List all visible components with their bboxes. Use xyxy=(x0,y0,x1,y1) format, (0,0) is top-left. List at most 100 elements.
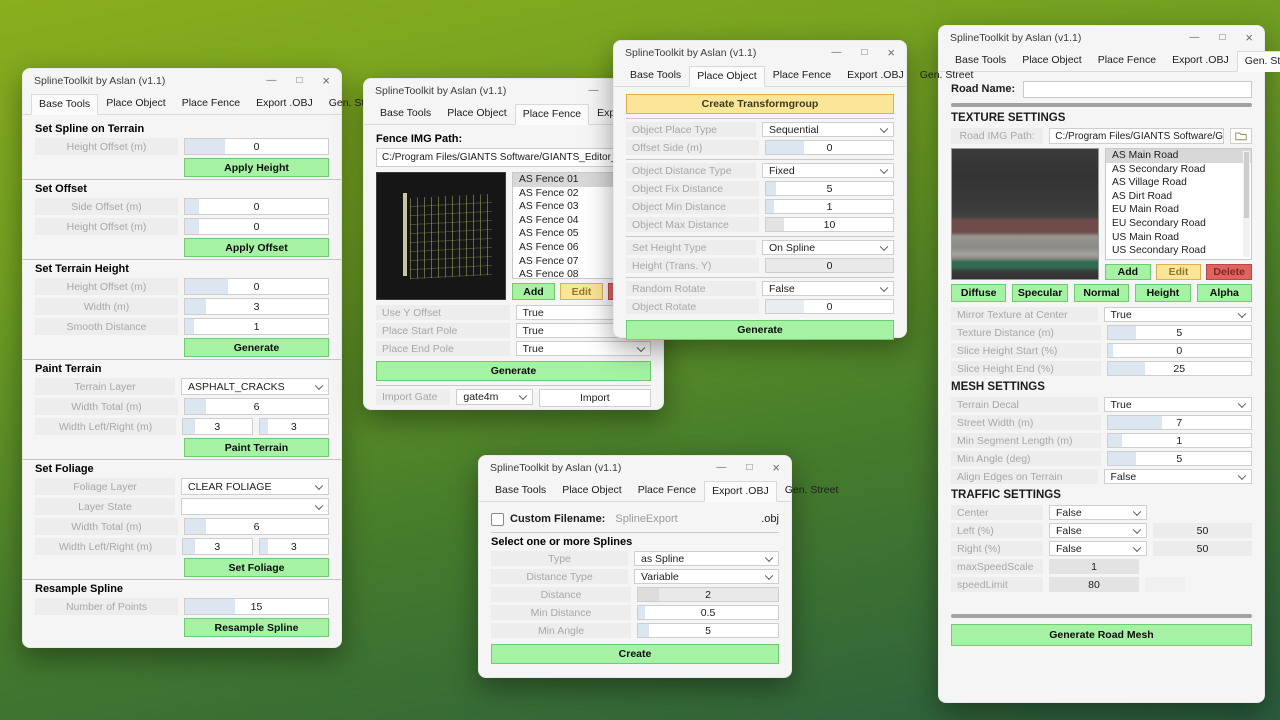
titlebar[interactable]: SplineToolkit by Aslan (v1.1) — □ × xyxy=(479,456,791,480)
import-button[interactable]: Import xyxy=(539,389,651,407)
tab-place-object[interactable]: Place Object xyxy=(554,480,630,501)
scrollbar-thumb[interactable] xyxy=(1244,152,1249,218)
normal-map-button[interactable]: Normal xyxy=(1074,284,1129,302)
object-min-distance-input[interactable]: 1 xyxy=(765,199,894,214)
tab-place-fence[interactable]: Place Fence xyxy=(515,104,589,125)
close-icon[interactable]: × xyxy=(772,463,780,473)
titlebar[interactable]: SplineToolkit by Aslan (v1.1) — □ × xyxy=(23,69,341,93)
traffic-right-pct-input[interactable]: 50 xyxy=(1153,541,1252,556)
tab-base-tools[interactable]: Base Tools xyxy=(372,103,439,124)
minimize-icon[interactable]: — xyxy=(1189,33,1199,43)
set-height-type-select[interactable]: On Spline xyxy=(762,240,894,255)
generate-terrain-height-button[interactable]: Generate xyxy=(184,338,329,357)
width-right-input[interactable]: 3 xyxy=(259,538,329,555)
create-export-button[interactable]: Create xyxy=(491,644,779,664)
object-max-distance-input[interactable]: 10 xyxy=(765,217,894,232)
add-road-button[interactable]: Add xyxy=(1105,264,1151,280)
road-name-input[interactable] xyxy=(1023,81,1252,98)
close-icon[interactable]: × xyxy=(322,76,330,86)
tab-base-tools[interactable]: Base Tools xyxy=(487,480,554,501)
road-list-item[interactable]: US Secondary Road xyxy=(1106,244,1251,258)
tab-place-object[interactable]: Place Object xyxy=(689,66,765,87)
delete-road-button[interactable]: Delete xyxy=(1206,264,1252,280)
traffic-right-select[interactable]: False xyxy=(1049,541,1147,556)
minimize-icon[interactable]: — xyxy=(266,76,276,86)
maximize-icon[interactable]: □ xyxy=(746,463,752,473)
specular-map-button[interactable]: Specular xyxy=(1012,284,1067,302)
slice-height-start-input[interactable]: 0 xyxy=(1107,343,1253,358)
min-distance-input[interactable]: 0.5 xyxy=(637,605,779,620)
paint-terrain-button[interactable]: Paint Terrain xyxy=(184,438,329,457)
terrain-decal-select[interactable]: True xyxy=(1104,397,1253,412)
add-fence-button[interactable]: Add xyxy=(512,283,555,300)
foliage-layer-select[interactable]: CLEAR FOLIAGE xyxy=(181,478,329,495)
custom-filename-checkbox[interactable] xyxy=(491,513,504,526)
road-list-item[interactable]: EU Secondary Road xyxy=(1106,217,1251,231)
height-offset-input[interactable]: 0 xyxy=(184,138,329,155)
random-rotate-select[interactable]: False xyxy=(762,281,894,296)
mirror-texture-select[interactable]: True xyxy=(1104,307,1253,322)
tab-export-obj[interactable]: Export .OBJ xyxy=(248,93,321,114)
height-offset-input[interactable]: 0 xyxy=(184,278,329,295)
folder-browse-button[interactable] xyxy=(1230,128,1252,144)
layer-state-select[interactable] xyxy=(181,498,329,515)
generate-objects-button[interactable]: Generate xyxy=(626,320,894,340)
create-transformgroup-button[interactable]: Create Transformgroup xyxy=(626,94,894,114)
maximize-icon[interactable]: □ xyxy=(861,48,867,58)
generate-road-mesh-button[interactable]: Generate Road Mesh xyxy=(951,624,1252,646)
edit-road-button[interactable]: Edit xyxy=(1156,264,1202,280)
tab-export-obj[interactable]: Export .OBJ xyxy=(1164,50,1237,71)
road-list-item[interactable]: AS Main Road xyxy=(1106,149,1251,163)
generate-fence-button[interactable]: Generate xyxy=(376,361,651,381)
tab-place-object[interactable]: Place Object xyxy=(98,93,174,114)
road-list-item[interactable]: AS Dirt Road xyxy=(1106,190,1251,204)
tab-gen-street[interactable]: Gen. Street xyxy=(1237,51,1280,72)
road-list-item[interactable]: AS Village Road xyxy=(1106,176,1251,190)
maximize-icon[interactable]: □ xyxy=(296,76,302,86)
tab-place-fence[interactable]: Place Fence xyxy=(765,65,839,86)
road-list-item[interactable]: US Main Road xyxy=(1106,231,1251,245)
apply-offset-button[interactable]: Apply Offset xyxy=(184,238,329,257)
slice-height-end-input[interactable]: 25 xyxy=(1107,361,1253,376)
road-img-path-input[interactable]: C:/Program Files/GIANTS Software/GIANTS xyxy=(1049,128,1224,144)
terrain-layer-select[interactable]: ASPHALT_CRACKS xyxy=(181,378,329,395)
apply-height-button[interactable]: Apply Height xyxy=(184,158,329,177)
tab-place-fence[interactable]: Place Fence xyxy=(174,93,248,114)
distance-type-select[interactable]: Variable xyxy=(634,569,779,584)
min-angle-deg-input[interactable]: 5 xyxy=(1107,451,1253,466)
minimize-icon[interactable]: — xyxy=(716,463,726,473)
object-place-type-select[interactable]: Sequential xyxy=(762,122,894,137)
close-icon[interactable]: × xyxy=(887,48,895,58)
height-trans-y-input[interactable]: 0 xyxy=(765,258,894,273)
height-offset-input[interactable]: 0 xyxy=(184,218,329,235)
object-rotate-input[interactable]: 0 xyxy=(765,299,894,314)
width-input[interactable]: 3 xyxy=(184,298,329,315)
offset-side-input[interactable]: 0 xyxy=(765,140,894,155)
resample-spline-button[interactable]: Resample Spline xyxy=(184,618,329,637)
traffic-left-pct-input[interactable]: 50 xyxy=(1153,523,1252,538)
type-select[interactable]: as Spline xyxy=(634,551,779,566)
street-width-input[interactable]: 7 xyxy=(1107,415,1253,430)
tab-place-object[interactable]: Place Object xyxy=(1014,50,1090,71)
tab-gen-street[interactable]: Gen. Street xyxy=(912,65,982,86)
scrollbar-vertical[interactable] xyxy=(1243,151,1250,257)
filename-input[interactable]: SplineExport xyxy=(611,513,755,525)
side-offset-input[interactable]: 0 xyxy=(184,198,329,215)
minimize-icon[interactable]: — xyxy=(831,48,841,58)
object-fix-distance-input[interactable]: 5 xyxy=(765,181,894,196)
tab-base-tools[interactable]: Base Tools xyxy=(622,65,689,86)
scrollbar-horizontal[interactable] xyxy=(951,614,1252,618)
road-list-item[interactable]: AS Secondary Road xyxy=(1106,163,1251,177)
object-distance-type-select[interactable]: Fixed xyxy=(762,163,894,178)
road-list-item[interactable]: EU Main Road xyxy=(1106,203,1251,217)
traffic-left-select[interactable]: False xyxy=(1049,523,1147,538)
fence-img-path-input[interactable]: C:/Program Files/GIANTS Software/GIANTS_… xyxy=(376,148,651,167)
set-foliage-button[interactable]: Set Foliage xyxy=(184,558,329,577)
distance-input[interactable]: 2 xyxy=(637,587,779,602)
tab-base-tools[interactable]: Base Tools xyxy=(31,94,98,115)
minimize-icon[interactable]: — xyxy=(588,86,598,96)
max-speed-scale-input[interactable]: 1 xyxy=(1049,559,1139,574)
tab-export-obj[interactable]: Export .OBJ xyxy=(839,65,912,86)
tab-gen-street[interactable]: Gen. Street xyxy=(777,480,847,501)
width-total-input[interactable]: 6 xyxy=(184,518,329,535)
